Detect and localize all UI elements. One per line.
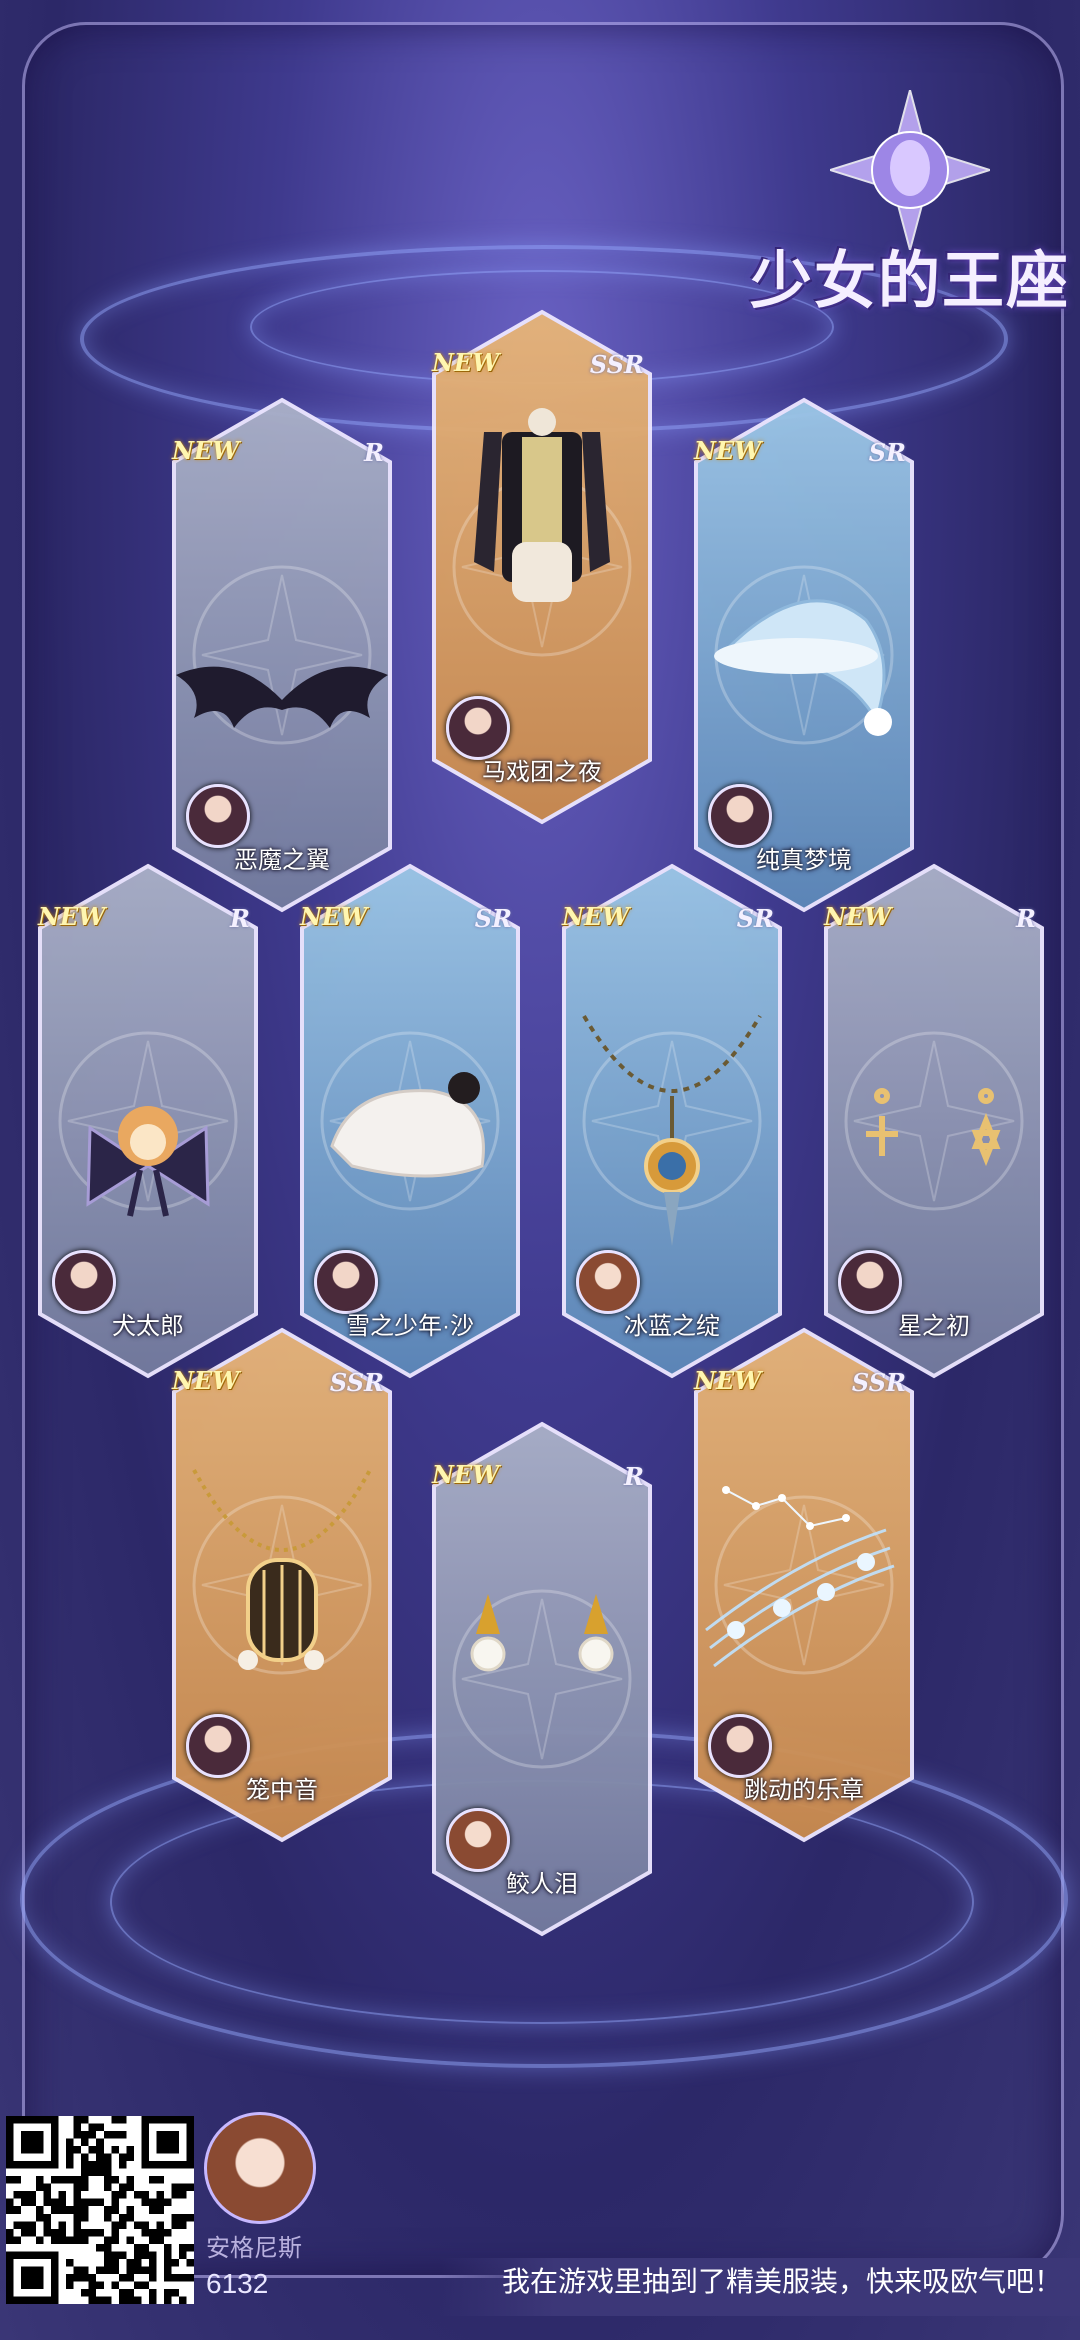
character-avatar [52, 1250, 116, 1314]
qr-code[interactable] [6, 2116, 194, 2304]
rarity-badge: R [364, 438, 384, 467]
reward-card[interactable]: NEW R 恶魔之翼 [164, 397, 400, 913]
new-badge: NEW [38, 902, 106, 931]
logo-star-emblem [830, 90, 990, 250]
reward-card[interactable]: NEW R 星之初 [816, 863, 1052, 1379]
rarity-badge: SSR [851, 1368, 906, 1397]
new-badge: NEW [824, 902, 892, 931]
rarity-badge: R [1016, 904, 1036, 933]
new-badge: NEW [694, 436, 762, 465]
item-name: 马戏团之夜 [482, 759, 602, 786]
character-avatar [446, 1808, 510, 1872]
character-avatar [446, 696, 510, 760]
logo-title: 少女的王座 [749, 244, 1070, 317]
rarity-badge: SR [736, 904, 774, 933]
gacha-result-screen: 少女的王座 NEW SSR 马戏团之夜 NEW R 恶魔之翼 NEW SR 纯真… [0, 0, 1080, 2340]
player-name: 安格尼斯 [206, 2235, 302, 2262]
new-badge: NEW [172, 1366, 240, 1395]
new-badge: NEW [694, 1366, 762, 1395]
rarity-badge: R [624, 1462, 644, 1491]
rarity-badge: SSR [329, 1368, 384, 1397]
rarity-badge: R [230, 904, 250, 933]
new-badge: NEW [562, 902, 630, 931]
item-name: 笼中音 [246, 1777, 318, 1804]
item-name: 跳动的乐章 [744, 1777, 864, 1804]
player-score: 6132 [206, 2268, 269, 2299]
rarity-badge: SR [868, 438, 906, 467]
character-avatar [838, 1250, 902, 1314]
reward-card[interactable]: NEW SR 纯真梦境 [686, 397, 922, 913]
new-badge: NEW [300, 902, 368, 931]
item-name: 鲛人泪 [506, 1871, 578, 1898]
game-logo: 少女的王座 [740, 90, 1080, 320]
reward-card[interactable]: NEW SSR 马戏团之夜 [424, 309, 660, 825]
character-avatar [314, 1250, 378, 1314]
share-message: 我在游戏里抽到了精美服装，快来吸欧气吧！ [501, 2266, 1062, 2297]
character-avatar [708, 1714, 772, 1778]
reward-card[interactable]: NEW SSR 跳动的乐章 [686, 1327, 922, 1843]
character-avatar [186, 784, 250, 848]
character-avatar [708, 784, 772, 848]
player-avatar [204, 2112, 316, 2224]
character-avatar [576, 1250, 640, 1314]
rarity-badge: SSR [589, 350, 644, 379]
reward-card[interactable]: NEW SR 雪之少年·沙 [292, 863, 528, 1379]
reward-card[interactable]: NEW R 鲛人泪 [424, 1421, 660, 1937]
new-badge: NEW [432, 348, 500, 377]
reward-card[interactable]: NEW SR 冰蓝之绽 [554, 863, 790, 1379]
new-badge: NEW [432, 1460, 500, 1489]
rarity-badge: SR [474, 904, 512, 933]
character-avatar [186, 1714, 250, 1778]
new-badge: NEW [172, 436, 240, 465]
reward-card[interactable]: NEW SSR 笼中音 [164, 1327, 400, 1843]
reward-card[interactable]: NEW R 犬太郎 [30, 863, 266, 1379]
share-footer: 安格尼斯 6132 我在游戏里抽到了精美服装，快来吸欧气吧！ [0, 2100, 1080, 2340]
